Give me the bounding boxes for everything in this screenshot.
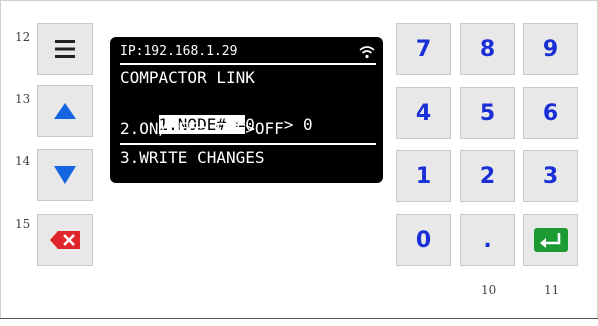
up-button[interactable] (37, 85, 93, 137)
key-2[interactable]: 2 (460, 150, 515, 202)
enter-button[interactable] (523, 214, 578, 266)
key-7[interactable]: 7 (396, 23, 451, 75)
softkey-number-15: 15 (15, 217, 31, 231)
lcd-title: COMPACTOR LINK (120, 68, 255, 87)
delete-button[interactable] (37, 214, 93, 266)
lcd-row-onoff[interactable]: 2.ON/OFF= OFF>OFF (120, 118, 284, 140)
panel-bottom-edge (0, 318, 598, 326)
key-9[interactable]: 9 (523, 23, 578, 75)
lcd-display: IP:192.168.1.29 COMPACTOR LINK 1.NODE# =… (110, 37, 383, 183)
softkey-number-12: 12 (15, 30, 31, 44)
menu-icon (55, 40, 75, 58)
key-5[interactable]: 5 (460, 87, 515, 139)
arrow-down-icon (54, 166, 76, 184)
lcd-row-write[interactable]: 3.WRITE CHANGES (120, 147, 265, 169)
enter-icon (533, 228, 568, 252)
arrow-up-icon (54, 103, 76, 119)
menu-button[interactable] (37, 23, 93, 75)
key-0[interactable]: 0 (396, 214, 451, 266)
ip-address-text: IP:192.168.1.29 (120, 44, 238, 59)
key-4[interactable]: 4 (396, 87, 451, 139)
key-decimal[interactable]: . (460, 214, 515, 266)
wifi-icon (359, 46, 375, 59)
softkey-number-14: 14 (15, 154, 31, 168)
backspace-icon (50, 231, 80, 249)
lcd-divider-top (120, 63, 376, 65)
lcd-divider-bottom (120, 143, 376, 145)
key-6[interactable]: 6 (523, 87, 578, 139)
down-button[interactable] (37, 149, 93, 201)
softkey-number-11: 11 (544, 283, 560, 297)
key-8[interactable]: 8 (460, 23, 515, 75)
key-3[interactable]: 3 (523, 150, 578, 202)
softkey-number-13: 13 (15, 92, 31, 106)
lcd-row-node[interactable]: 1.NODE# =0 > 0 (120, 92, 313, 134)
softkey-number-10: 10 (481, 283, 497, 297)
key-1[interactable]: 1 (396, 150, 451, 202)
